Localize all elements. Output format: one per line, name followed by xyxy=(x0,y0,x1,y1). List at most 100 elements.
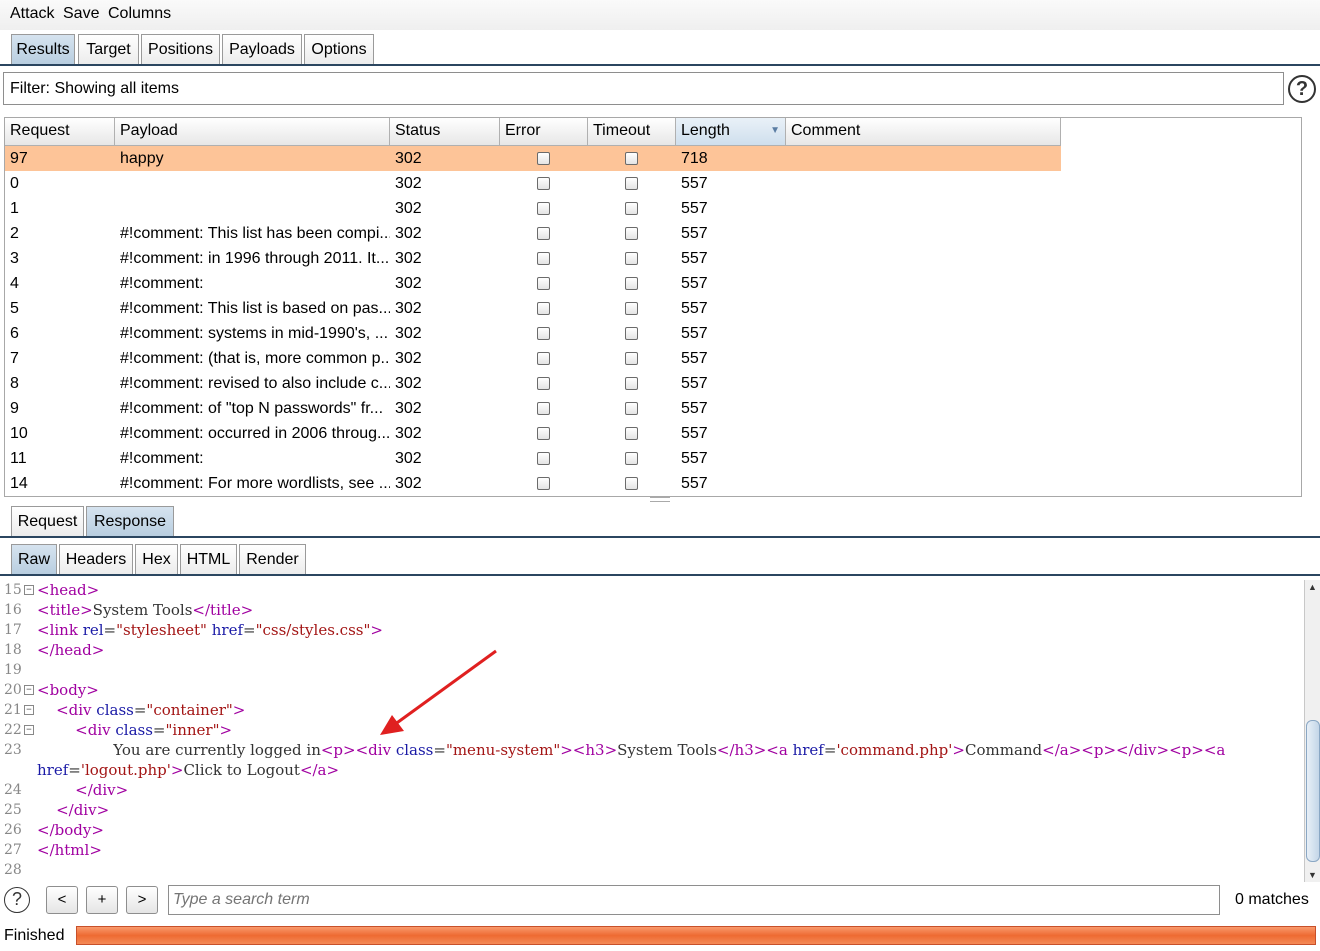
results-scrollbar[interactable]: ▲ ▼ xyxy=(1301,146,1302,496)
search-help-icon[interactable]: ? xyxy=(4,887,30,913)
error-checkbox[interactable] xyxy=(537,202,550,215)
tab-request[interactable]: Request xyxy=(11,506,84,536)
tab-results[interactable]: Results xyxy=(11,34,75,64)
error-checkbox[interactable] xyxy=(537,477,550,490)
timeout-checkbox[interactable] xyxy=(625,427,638,440)
search-prev-button[interactable]: < xyxy=(46,886,78,914)
timeout-checkbox[interactable] xyxy=(625,402,638,415)
code-token: rel xyxy=(82,621,104,639)
table-row[interactable]: 10 #!comment: occurred in 2006 throug... 3… xyxy=(5,421,1061,446)
timeout-checkbox[interactable] xyxy=(625,227,638,240)
code-token: ><h3> xyxy=(560,741,618,759)
timeout-checkbox[interactable] xyxy=(625,327,638,340)
cell-status: 302 xyxy=(395,150,422,167)
timeout-checkbox[interactable] xyxy=(625,477,638,490)
cell-comment xyxy=(786,421,1061,446)
tab-render[interactable]: Render xyxy=(239,544,306,574)
timeout-checkbox[interactable] xyxy=(625,252,638,265)
error-checkbox[interactable] xyxy=(537,152,550,165)
error-checkbox[interactable] xyxy=(537,402,550,415)
code-text: <body> xyxy=(37,680,99,700)
fold-toggle-icon[interactable]: − xyxy=(24,705,34,715)
error-checkbox[interactable] xyxy=(537,352,550,365)
tab-headers[interactable]: Headers xyxy=(59,544,133,574)
tab-html[interactable]: HTML xyxy=(180,544,237,574)
col-status[interactable]: Status xyxy=(390,118,500,146)
error-checkbox[interactable] xyxy=(537,277,550,290)
table-row[interactable]: 7 #!comment: (that is, more common p... 30… xyxy=(5,346,1061,371)
error-checkbox[interactable] xyxy=(537,452,550,465)
cell-length: 557 xyxy=(681,325,708,342)
line-number: 24 xyxy=(4,782,22,798)
tab-payloads[interactable]: Payloads xyxy=(222,34,302,64)
tab-options[interactable]: Options xyxy=(304,34,374,64)
timeout-checkbox[interactable] xyxy=(625,277,638,290)
col-payload[interactable]: Payload xyxy=(115,118,390,146)
table-row[interactable]: 4 #!comment: 302 557 xyxy=(5,271,1061,296)
table-row[interactable]: 0 302 557 xyxy=(5,171,1061,196)
menu-attack[interactable]: Attack xyxy=(10,5,54,23)
code-token: 'logout.php' xyxy=(80,761,171,779)
timeout-checkbox[interactable] xyxy=(625,352,638,365)
error-checkbox[interactable] xyxy=(537,327,550,340)
table-row[interactable]: 2 #!comment: This list has been compi... 3… xyxy=(5,221,1061,246)
cell-request: 14 xyxy=(10,475,28,492)
col-comment[interactable]: Comment xyxy=(786,118,1061,146)
col-length[interactable]: Length ▼ xyxy=(676,118,786,146)
menu-save[interactable]: Save xyxy=(63,5,99,23)
error-checkbox[interactable] xyxy=(537,177,550,190)
timeout-checkbox[interactable] xyxy=(625,302,638,315)
fold-toggle-icon[interactable]: − xyxy=(24,685,34,695)
filter-bar[interactable]: Filter: Showing all items xyxy=(3,72,1284,105)
response-editor[interactable]: 15− <head> 16 <title>System Tools</title> 17… xyxy=(4,579,1320,882)
filter-text: Filter: Showing all items xyxy=(10,80,179,97)
scroll-down-icon[interactable]: ▼ xyxy=(1305,868,1320,882)
timeout-checkbox[interactable] xyxy=(625,202,638,215)
table-row[interactable]: 14 #!comment: For more wordlists, see ...… xyxy=(5,471,1061,496)
code-token: > xyxy=(370,621,383,639)
menu-columns[interactable]: Columns xyxy=(108,5,171,23)
table-row[interactable]: 97 happy 302 718 xyxy=(5,146,1061,171)
timeout-checkbox[interactable] xyxy=(625,452,638,465)
timeout-checkbox[interactable] xyxy=(625,377,638,390)
timeout-checkbox[interactable] xyxy=(625,152,638,165)
cell-length: 557 xyxy=(681,475,708,492)
search-add-button[interactable]: + xyxy=(86,886,118,914)
search-input[interactable] xyxy=(168,885,1220,915)
code-text: <head> xyxy=(37,580,99,600)
col-request[interactable]: Request xyxy=(5,118,115,146)
scroll-thumb[interactable] xyxy=(1306,720,1320,862)
timeout-checkbox[interactable] xyxy=(625,177,638,190)
tab-target[interactable]: Target xyxy=(78,34,139,64)
tab-positions[interactable]: Positions xyxy=(141,34,220,64)
col-error[interactable]: Error xyxy=(500,118,588,146)
code-token: </title> xyxy=(192,601,254,619)
line-number: 15 xyxy=(4,582,22,598)
table-row[interactable]: 8 #!comment: revised to also include c...… xyxy=(5,371,1061,396)
line-number: 19 xyxy=(4,662,22,678)
error-checkbox[interactable] xyxy=(537,252,550,265)
cell-status: 302 xyxy=(395,200,422,217)
cell-request: 6 xyxy=(10,325,19,342)
fold-toggle-icon[interactable]: − xyxy=(24,585,34,595)
editor-scrollbar[interactable]: ▲ ▼ xyxy=(1304,580,1320,882)
search-next-button[interactable]: > xyxy=(126,886,158,914)
fold-toggle-icon[interactable]: − xyxy=(24,725,34,735)
tab-response[interactable]: Response xyxy=(86,506,174,536)
error-checkbox[interactable] xyxy=(537,227,550,240)
help-icon[interactable]: ? xyxy=(1288,75,1316,103)
table-row[interactable]: 11 #!comment: 302 557 xyxy=(5,446,1061,471)
error-checkbox[interactable] xyxy=(537,302,550,315)
tab-raw[interactable]: Raw xyxy=(11,544,57,574)
table-row[interactable]: 3 #!comment: in 1996 through 2011. It... 3… xyxy=(5,246,1061,271)
tab-hex[interactable]: Hex xyxy=(135,544,178,574)
error-checkbox[interactable] xyxy=(537,427,550,440)
table-row[interactable]: 6 #!comment: systems in mid-1990's, ... 30… xyxy=(5,321,1061,346)
error-checkbox[interactable] xyxy=(537,377,550,390)
scroll-up-icon[interactable]: ▲ xyxy=(1305,580,1320,594)
table-row[interactable]: 5 #!comment: This list is based on pas...… xyxy=(5,296,1061,321)
table-row[interactable]: 1 302 557 xyxy=(5,196,1061,221)
col-timeout[interactable]: Timeout xyxy=(588,118,676,146)
table-row[interactable]: 9 #!comment: of "top N passwords" fr... 30… xyxy=(5,396,1061,421)
